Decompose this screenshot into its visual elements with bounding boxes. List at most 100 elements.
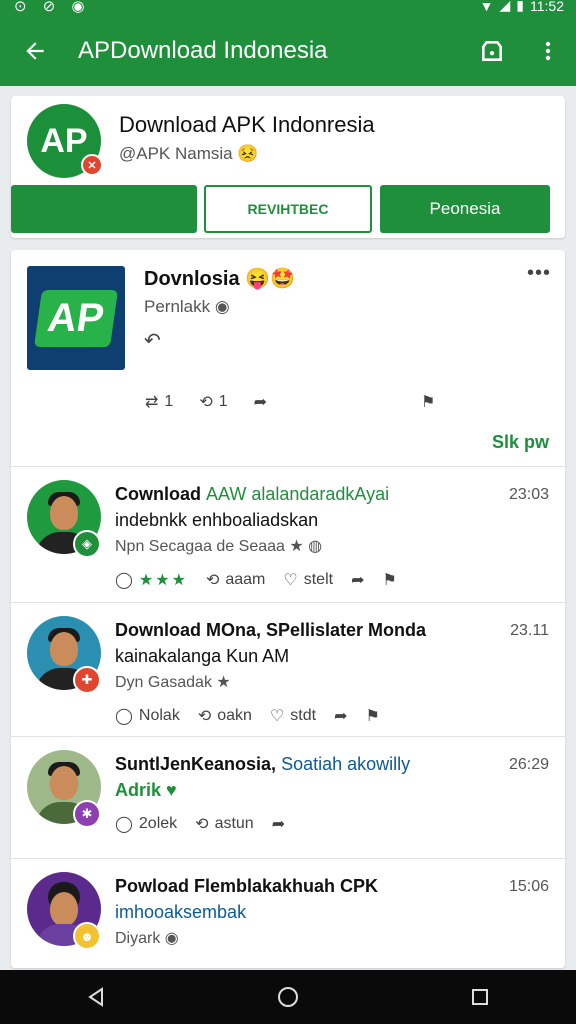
- comment-icon: ◯: [115, 708, 133, 725]
- profile-emoji: 😣: [237, 144, 259, 163]
- badge-icon: ◈: [73, 530, 101, 558]
- share-post-button[interactable]: ➦: [254, 392, 267, 412]
- item-actions: ◯ Nolak ⟲ oakn ♡ stdt ➦ ⚑: [115, 706, 398, 726]
- list-item[interactable]: ◈ Cownload AAW alalandaradkAyai indebnkk…: [11, 468, 565, 600]
- profile-card: AP ✕ Download APK Indonresia @APK Namsia…: [11, 96, 565, 238]
- back-button[interactable]: [0, 16, 70, 86]
- repost-icon: ⟲: [205, 572, 220, 589]
- comment-button[interactable]: ◯ ★★★: [115, 570, 188, 590]
- item-title-text: SuntlJenKeanosia,: [115, 754, 277, 774]
- post-title: Dovnlosia: [144, 268, 240, 290]
- report-button[interactable]: ⚑: [382, 570, 396, 590]
- more-vert-icon: [545, 41, 551, 61]
- heart-badge-icon: ♥: [166, 780, 177, 800]
- item-actions: ◯ 2olek ⟲ astun ➦: [115, 814, 303, 834]
- circle-home-icon: [278, 987, 298, 1007]
- comment-icon: ◯: [115, 572, 133, 589]
- post-app-icon[interactable]: AP: [27, 266, 125, 370]
- share-arrow-icon: ➦: [334, 708, 348, 725]
- app-bar-title: APDownload Indonesia: [78, 37, 328, 64]
- comment-button[interactable]: ◯ 2olek: [115, 814, 177, 834]
- item-title: SuntlJenKeanosia, Soatiah akowilly: [115, 754, 410, 775]
- profile-outline-button[interactable]: REVIHTBEC: [204, 185, 372, 233]
- item-meta-row: Diyark ◉: [115, 928, 179, 948]
- share-arrow-icon: ➦: [271, 816, 286, 833]
- comment-button[interactable]: ◯ Nolak: [115, 706, 180, 726]
- more-horiz-icon[interactable]: •••: [527, 262, 551, 285]
- nav-back-button[interactable]: [66, 970, 126, 1024]
- nav-home-button[interactable]: [258, 970, 318, 1024]
- like-icon: ⇄: [145, 394, 159, 411]
- wifi-icon: ▼: [479, 0, 494, 14]
- divider: [11, 466, 565, 467]
- like-button[interactable]: ♡ stdt: [270, 706, 316, 726]
- list-item[interactable]: ✚ Download MOna, SPellislater Monda kain…: [11, 604, 565, 736]
- divider: [11, 602, 565, 603]
- logo-text: AP: [40, 121, 88, 160]
- share-button[interactable]: ➦: [272, 814, 285, 834]
- repost-count: 1: [218, 393, 228, 410]
- post-subtitle-row: Pernlakk ◉: [144, 297, 230, 317]
- badge-icon: ☻: [73, 922, 101, 950]
- repost-button[interactable]: ⟲ 1: [199, 392, 227, 412]
- system-nav-bar: [0, 970, 576, 1024]
- repost-button[interactable]: ⟲ oakn: [198, 706, 252, 726]
- item-meta: Diyark: [115, 930, 161, 947]
- repost-icon: ⟲: [195, 816, 209, 833]
- repost-button[interactable]: ⟲ astun: [195, 814, 254, 834]
- item-time: 26:29: [508, 756, 549, 773]
- triangle-back-icon: [88, 987, 103, 1007]
- repost-button[interactable]: ⟲ aaam: [206, 570, 265, 590]
- badge-icon: ✱: [73, 800, 101, 828]
- feed-card: AP Dovnlosia 😝🤩 Pernlakk ◉ ↶ ••• ⇄ 1 ⟲ 1…: [11, 250, 565, 968]
- like-button[interactable]: ♡ stelt: [283, 570, 333, 590]
- like-count: stdt: [290, 707, 317, 724]
- show-more-link[interactable]: Slk pw: [492, 432, 549, 453]
- item-line2: indebnkk enhboaliadskan: [115, 510, 319, 530]
- item-line2-row: Adrik ♥: [115, 780, 177, 801]
- share-icon: [482, 41, 502, 61]
- item-title-text: Cownload: [115, 484, 201, 504]
- like-count: 1: [164, 393, 174, 410]
- repost-icon: ⟲: [199, 394, 213, 411]
- verified-badge-icon: ✕: [81, 154, 103, 176]
- profile-action-button-left[interactable]: [11, 185, 197, 233]
- battery-icon: ▮: [516, 0, 524, 13]
- profile-logo[interactable]: AP ✕: [27, 104, 103, 178]
- app-icon-text: AP: [34, 289, 118, 347]
- profile-green-button[interactable]: Peonesia: [380, 185, 550, 233]
- post-subtitle: Pernlakk: [144, 297, 211, 316]
- list-item[interactable]: ✱ SuntlJenKeanosia, Soatiah akowilly Adr…: [11, 738, 565, 870]
- item-title: Cownload AAW alalandaradkAyai: [115, 484, 389, 505]
- item-meta: Dyn Gasadak ★: [115, 674, 231, 691]
- profile-name: Download APK Indonresia: [119, 112, 375, 137]
- report-button[interactable]: ⚑: [421, 392, 435, 412]
- status-icons: ▼ ◢ ▮ 11:52: [480, 0, 564, 14]
- repost-count: aaam: [225, 571, 266, 588]
- nav-recents-button[interactable]: [450, 970, 510, 1024]
- share-arrow-icon: ➦: [351, 572, 365, 589]
- profile-handle: @APK Namsia: [119, 144, 233, 163]
- share-button[interactable]: [464, 16, 520, 86]
- back-arrow-icon: [26, 42, 44, 60]
- share-button[interactable]: ➦: [334, 706, 347, 726]
- divider: [11, 858, 565, 859]
- report-button[interactable]: ⚑: [365, 706, 379, 726]
- item-time: 15:06: [508, 878, 549, 895]
- repost-icon: ⟲: [197, 708, 212, 725]
- overflow-menu-button[interactable]: [520, 16, 576, 86]
- item-title: Powload Flemblakakhuah CPK: [115, 876, 379, 896]
- like-button[interactable]: ⇄ 1: [145, 392, 173, 412]
- item-time: 23.11: [510, 622, 549, 639]
- globe-icon: ◉: [164, 930, 179, 947]
- share-arrow-icon: ➦: [253, 394, 268, 411]
- status-time: 11:52: [530, 0, 564, 14]
- like-count: stelt: [303, 571, 334, 588]
- share-button[interactable]: ➦: [351, 570, 364, 590]
- item-meta: Npn Secagaa de Seaaa ★: [115, 538, 304, 555]
- profile-handle-row: @APK Namsia 😣: [119, 144, 259, 164]
- reply-icon[interactable]: ↶: [144, 328, 161, 353]
- post-emojis: 😝🤩: [245, 268, 295, 290]
- comment-count: Nolak: [138, 707, 180, 724]
- repost-count: oakn: [217, 707, 252, 724]
